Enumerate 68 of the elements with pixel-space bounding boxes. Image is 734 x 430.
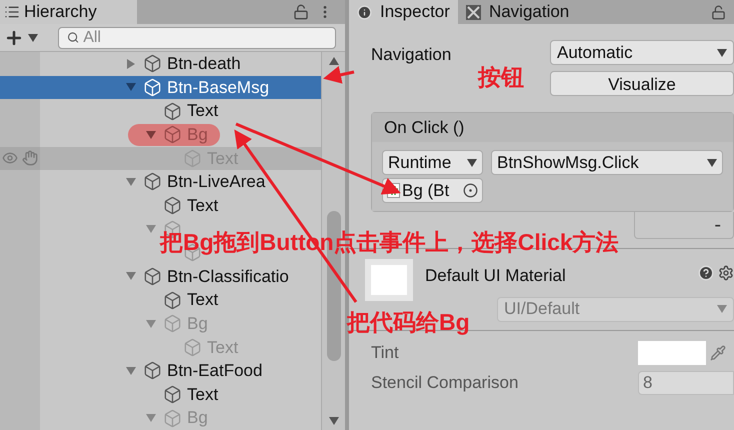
object-field[interactable]: Bg (Bt (382, 178, 483, 203)
search-icon (67, 31, 80, 44)
item-name: Text (207, 336, 238, 359)
panel-tab[interactable]: Inspector (349, 0, 458, 24)
tree-row[interactable]: Text (0, 99, 321, 123)
eyedropper-icon[interactable] (710, 344, 726, 360)
item-name: Bg (187, 124, 208, 146)
number-field[interactable]: 8 (638, 370, 734, 394)
expand-arrow-icon[interactable] (126, 271, 136, 282)
item-name: Btn-Classificatio (167, 266, 289, 288)
caret-icon[interactable] (707, 158, 717, 168)
color-swatch[interactable] (638, 340, 706, 364)
eye-icon[interactable] (2, 150, 18, 166)
material-name: Default UI Material (425, 265, 566, 287)
annotation-text: 按钮 (478, 63, 524, 92)
material-thumbnail[interactable] (365, 259, 413, 301)
hierarchy-tab[interactable]: Hierarchy (0, 0, 137, 24)
item-name: Btn-BaseMsg (167, 76, 270, 99)
lock-icon[interactable] (293, 4, 309, 20)
visualize-button[interactable]: Visualize (550, 71, 734, 96)
expand-arrow-icon[interactable] (146, 318, 156, 329)
search-field[interactable]: All (58, 26, 336, 48)
expand-arrow-icon[interactable] (146, 413, 156, 424)
tree-row[interactable]: Text (0, 194, 321, 218)
hand-icon[interactable] (22, 150, 38, 166)
item-name: Text (187, 384, 218, 406)
scroll-up-icon[interactable] (328, 56, 338, 66)
list-icon (4, 4, 20, 20)
settings-icon[interactable] (718, 264, 734, 281)
expand-arrow-icon[interactable] (126, 176, 136, 187)
item-name: Bg (187, 312, 208, 335)
function-dropdown[interactable]: BtnShowMsg.Click (491, 150, 723, 175)
item-name: Btn-death (167, 53, 241, 76)
caret-icon[interactable] (467, 158, 477, 168)
property-label: Stencil Comparison (371, 372, 518, 394)
target-icon[interactable] (463, 183, 478, 198)
navigation-dropdown[interactable]: Automatic (550, 40, 734, 65)
tree-row[interactable]: Btn-LiveArea (0, 170, 321, 194)
caret-icon[interactable] (28, 32, 38, 42)
expand-arrow-icon[interactable] (126, 366, 136, 376)
lock-icon[interactable] (711, 4, 726, 20)
item-name: Text (187, 289, 218, 312)
help-icon[interactable] (698, 264, 714, 281)
caret-icon[interactable] (717, 48, 727, 58)
expand-arrow-icon[interactable] (146, 130, 156, 140)
expand-arrow-icon[interactable] (146, 224, 156, 234)
item-name: Btn-EatFood (167, 360, 262, 382)
annotation-arrow (323, 66, 354, 84)
event-header: On Click () (372, 113, 733, 142)
tree-row[interactable]: Btn-EatFood (0, 359, 321, 383)
item-name: Text (187, 100, 218, 122)
remove-button[interactable]: - (710, 215, 725, 235)
scroll-down-icon[interactable] (328, 416, 338, 426)
item-name: Btn-LiveArea (167, 171, 266, 194)
tree-row[interactable]: Text (0, 288, 321, 312)
annotation-text: 把代码给Bg (347, 308, 470, 337)
info-icon (357, 4, 372, 20)
expand-arrow-icon[interactable] (126, 82, 136, 92)
property-label: Tint (371, 342, 399, 364)
item-name: Text (187, 194, 218, 217)
field-label: Navigation (371, 44, 452, 66)
expand-arrow-icon[interactable] (126, 58, 136, 69)
item-name: Bg (187, 407, 208, 430)
crossed-squares-icon (466, 4, 481, 20)
tree-row[interactable]: Btn-death (0, 52, 321, 76)
tree-row[interactable]: Btn-Classificatio (0, 264, 321, 288)
tree-row[interactable]: Text (0, 382, 321, 406)
mode-dropdown[interactable]: Runtime (382, 150, 483, 175)
